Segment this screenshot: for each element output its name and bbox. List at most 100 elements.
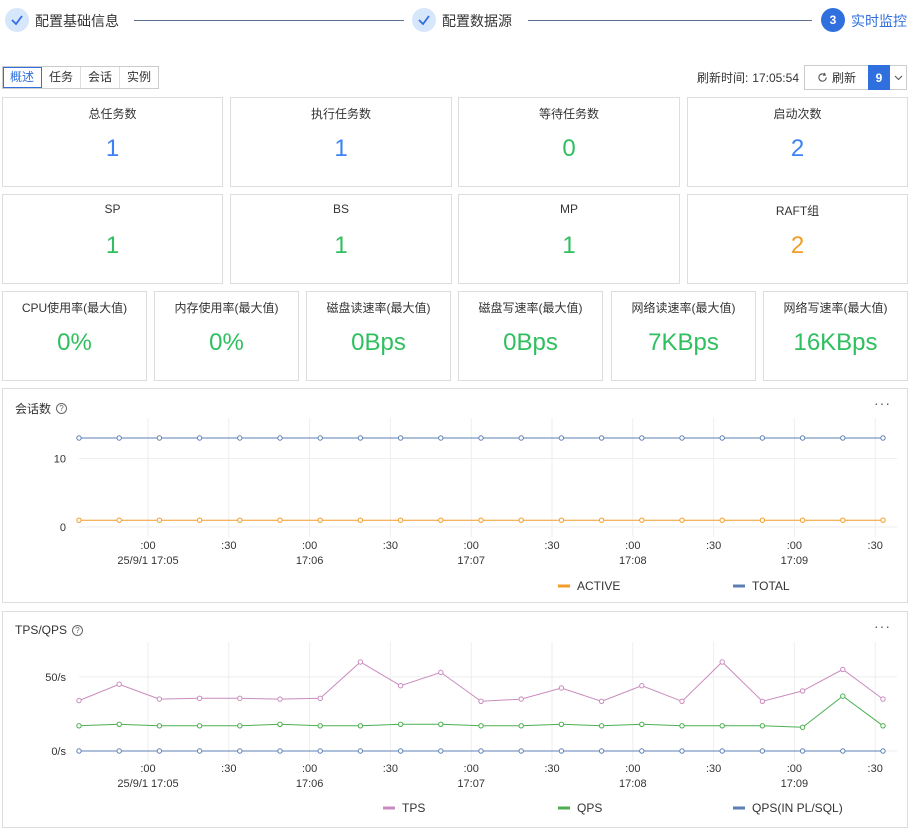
check-icon	[412, 8, 436, 32]
data-point	[156, 723, 163, 729]
sessions-chart-panel: 会话数 ? ··· 0 10:00:30:00:30:00:30:00:30:00…	[2, 388, 908, 603]
tab-sessions[interactable]: 会话	[81, 67, 121, 88]
data-point	[880, 696, 886, 702]
step-2-label[interactable]: 配置数据源	[442, 11, 512, 31]
refresh-interval-count[interactable]: 9	[868, 65, 890, 90]
data-point	[840, 517, 846, 523]
refresh-time: 17:05:54	[752, 70, 799, 85]
data-point	[719, 748, 725, 754]
data-point	[438, 721, 444, 728]
x-date-label: 25/9/1 17:05	[117, 555, 178, 567]
series-line	[78, 661, 884, 702]
x-tick-label: :30	[221, 763, 236, 775]
x-tick-label: :30	[544, 540, 559, 552]
card-value: 1	[105, 232, 120, 259]
x-date-label: 17:08	[619, 778, 647, 790]
tps-qps-chart-panel: TPS/QPS ? ··· 0/s 50/s:00:30:00:30:00:30:…	[2, 611, 908, 828]
x-tick-label: :30	[383, 540, 398, 552]
step-3-label[interactable]: 实时监控	[851, 11, 907, 31]
card-title: 磁盘写速率(最大值)	[478, 301, 583, 315]
data-point	[317, 435, 323, 441]
card-title: 执行任务数	[310, 107, 371, 121]
data-point	[558, 517, 565, 523]
x-tick-label: :00	[302, 540, 317, 552]
card-total-tasks: 总任务数 1	[2, 97, 223, 187]
data-point	[196, 517, 203, 523]
data-point	[679, 517, 685, 523]
data-point	[317, 723, 323, 729]
data-point	[518, 748, 524, 754]
step-1-label[interactable]: 配置基础信息	[35, 11, 119, 31]
x-tick-label: :30	[221, 540, 236, 552]
card-running-tasks: 执行任务数 1	[230, 97, 452, 187]
card-value: 1	[334, 232, 348, 259]
data-point	[759, 698, 766, 705]
data-point	[76, 723, 82, 729]
card-cpu-usage: CPU使用率(最大值) 0%	[2, 291, 147, 381]
data-point	[598, 517, 605, 523]
tps-qps-chart: 0/s 50/s:00:30:00:30:00:30:00:30:00:30 25/…	[45, 642, 897, 815]
data-point	[880, 517, 886, 523]
card-value: 2	[790, 135, 805, 162]
refresh-button[interactable]: 刷新	[804, 65, 868, 90]
x-tick-label: :00	[140, 540, 155, 552]
x-date-label: 25/9/1 17:05	[117, 778, 178, 790]
data-point	[558, 435, 565, 441]
x-tick-label: :30	[544, 763, 559, 775]
tab-overview[interactable]: 概述	[3, 67, 43, 88]
data-point	[237, 695, 243, 702]
data-point	[598, 748, 605, 754]
x-tick-label: :00	[787, 763, 802, 775]
data-point	[478, 748, 484, 754]
data-point	[116, 721, 122, 728]
card-value: 2	[790, 232, 805, 259]
tab-instances[interactable]: 实例	[120, 67, 158, 88]
x-tick-label: :30	[868, 540, 883, 552]
data-point	[840, 666, 846, 673]
data-point	[719, 517, 725, 523]
data-point	[478, 723, 484, 729]
data-point	[237, 435, 243, 441]
data-point	[799, 688, 806, 694]
card-value: 16KBps	[793, 329, 878, 356]
x-date-label: 17:06	[296, 778, 324, 790]
data-point	[156, 748, 163, 754]
step-3-number: 3	[821, 8, 845, 32]
data-point	[558, 685, 565, 691]
card-net-read: 网络读速率(最大值) 7KBps	[611, 291, 756, 381]
data-point	[478, 435, 484, 441]
card-title: 内存使用率(最大值)	[174, 301, 279, 315]
data-point	[679, 748, 685, 754]
data-point	[679, 723, 685, 729]
x-date-label: 17:07	[457, 778, 485, 790]
card-disk-write: 磁盘写速率(最大值) 0Bps	[458, 291, 603, 381]
data-point	[397, 683, 404, 689]
card-start-count: 启动次数 2	[687, 97, 908, 187]
data-point	[799, 435, 806, 441]
tab-tasks[interactable]: 任务	[42, 67, 82, 88]
x-date-label: 17:07	[457, 555, 485, 567]
card-net-write: 网络写速率(最大值) 16KBps	[763, 291, 908, 381]
data-point	[156, 696, 163, 702]
tab-bar: 概述 任务 会话 实例	[2, 66, 160, 89]
x-tick-label: :30	[383, 763, 398, 775]
data-point	[880, 723, 886, 729]
card-title: RAFT组	[775, 204, 820, 218]
card-title: 网络读速率(最大值)	[631, 301, 736, 315]
card-value: 0%	[57, 329, 92, 356]
data-point	[598, 435, 605, 441]
data-point	[679, 698, 685, 705]
data-point	[357, 517, 364, 523]
data-point	[76, 517, 82, 523]
data-point	[196, 723, 203, 729]
data-point	[759, 517, 766, 523]
data-point	[478, 517, 484, 523]
data-point	[277, 721, 283, 728]
data-point	[880, 435, 886, 441]
chevron-down-icon[interactable]	[890, 65, 907, 90]
step-indicator: 配置基础信息 配置数据源 3 实时监控	[0, 0, 917, 42]
data-point	[799, 517, 806, 523]
card-value: 0%	[209, 329, 244, 356]
x-tick-label: :00	[140, 763, 155, 775]
data-point	[438, 669, 444, 676]
